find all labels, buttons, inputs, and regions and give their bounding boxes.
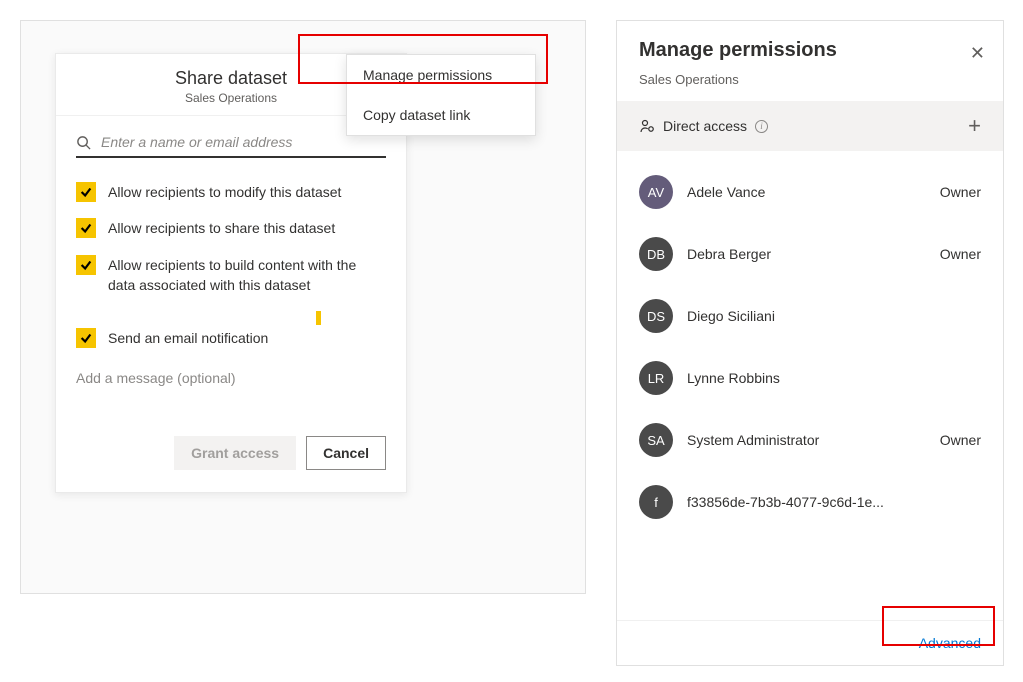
grant-access-button[interactable]: Grant access xyxy=(174,436,296,470)
manage-permissions-title: Manage permissions xyxy=(639,39,981,62)
checkbox-checked-icon xyxy=(76,218,96,238)
avatar: DB xyxy=(639,237,673,271)
add-user-button[interactable]: + xyxy=(968,113,981,139)
checkbox-checked-icon xyxy=(76,255,96,275)
share-dataset-dialog: Share dataset Sales Operations ⋯ Allow r… xyxy=(55,53,407,493)
text-cursor xyxy=(316,311,321,325)
checkbox-checked-icon xyxy=(76,328,96,348)
user-row[interactable]: SA System AdministratorOwner xyxy=(639,409,981,471)
user-name: Lynne Robbins xyxy=(687,370,981,386)
user-list: AVAdele VanceOwnerDBDebra BergerOwnerDSD… xyxy=(617,151,1003,620)
avatar: SA xyxy=(639,423,673,457)
close-button[interactable]: ✕ xyxy=(970,43,985,64)
menu-item-copy-dataset-link[interactable]: Copy dataset link xyxy=(347,95,535,135)
avatar: f xyxy=(639,485,673,519)
share-dataset-backdrop: Share dataset Sales Operations ⋯ Allow r… xyxy=(20,20,586,594)
user-row[interactable]: LR Lynne Robbins xyxy=(639,347,981,409)
user-name: Diego Siciliani xyxy=(687,308,981,324)
manage-permissions-subtitle: Sales Operations xyxy=(639,72,981,87)
info-icon[interactable]: i xyxy=(755,120,768,133)
avatar: LR xyxy=(639,361,673,395)
direct-access-section-header: Direct access i + xyxy=(617,101,1003,151)
checkbox-label: Send an email notification xyxy=(108,328,268,348)
user-row[interactable]: DB Debra BergerOwner xyxy=(639,223,981,285)
user-row[interactable]: AV Adele VanceOwner xyxy=(639,161,981,223)
user-name: f33856de-7b3b-4077-9c6d-1e... xyxy=(687,494,981,510)
avatar: AV xyxy=(639,175,673,209)
checkbox-label: Allow recipients to build content with t… xyxy=(108,255,386,296)
direct-access-label-group: Direct access i xyxy=(639,118,768,134)
checkbox-row[interactable]: Allow recipients to share this dataset xyxy=(76,218,386,238)
message-textarea[interactable]: Add a message (optional) xyxy=(76,364,386,386)
share-dialog-body: Allow recipients to modify this dataset A… xyxy=(56,116,406,492)
cancel-button[interactable]: Cancel xyxy=(306,436,386,470)
checkbox-label: Allow recipients to modify this dataset xyxy=(108,182,341,202)
user-name: System Administrator xyxy=(687,432,940,448)
user-name: Adele Vance xyxy=(687,184,940,200)
recipient-search-row xyxy=(76,134,386,158)
user-role: Owner xyxy=(940,246,981,262)
avatar: DS xyxy=(639,299,673,333)
checkbox-row[interactable]: Allow recipients to build content with t… xyxy=(76,255,386,296)
search-icon xyxy=(76,135,91,150)
user-row[interactable]: DS Diego Siciliani xyxy=(639,285,981,347)
manage-permissions-panel: Manage permissions ✕ Sales Operations Di… xyxy=(616,20,1004,666)
user-role: Owner xyxy=(940,184,981,200)
dialog-button-row: Grant access Cancel xyxy=(76,436,386,470)
user-role: Owner xyxy=(940,432,981,448)
user-name: Debra Berger xyxy=(687,246,940,262)
more-options-dropdown: Manage permissions Copy dataset link xyxy=(346,54,536,136)
user-row[interactable]: f f33856de-7b3b-4077-9c6d-1e... xyxy=(639,471,981,533)
checkbox-checked-icon xyxy=(76,182,96,202)
checkbox-label: Allow recipients to share this dataset xyxy=(108,218,335,238)
checkbox-row[interactable]: Send an email notification xyxy=(76,328,386,348)
recipient-search-input[interactable] xyxy=(101,134,386,150)
direct-access-label: Direct access xyxy=(663,118,747,134)
person-gear-icon xyxy=(639,118,655,134)
menu-item-manage-permissions[interactable]: Manage permissions xyxy=(347,55,535,95)
advanced-link[interactable]: Advanced xyxy=(919,635,981,651)
manage-permissions-footer: Advanced xyxy=(617,620,1003,665)
checkbox-row[interactable]: Allow recipients to modify this dataset xyxy=(76,182,386,202)
manage-permissions-header: Manage permissions ✕ Sales Operations xyxy=(617,21,1003,101)
